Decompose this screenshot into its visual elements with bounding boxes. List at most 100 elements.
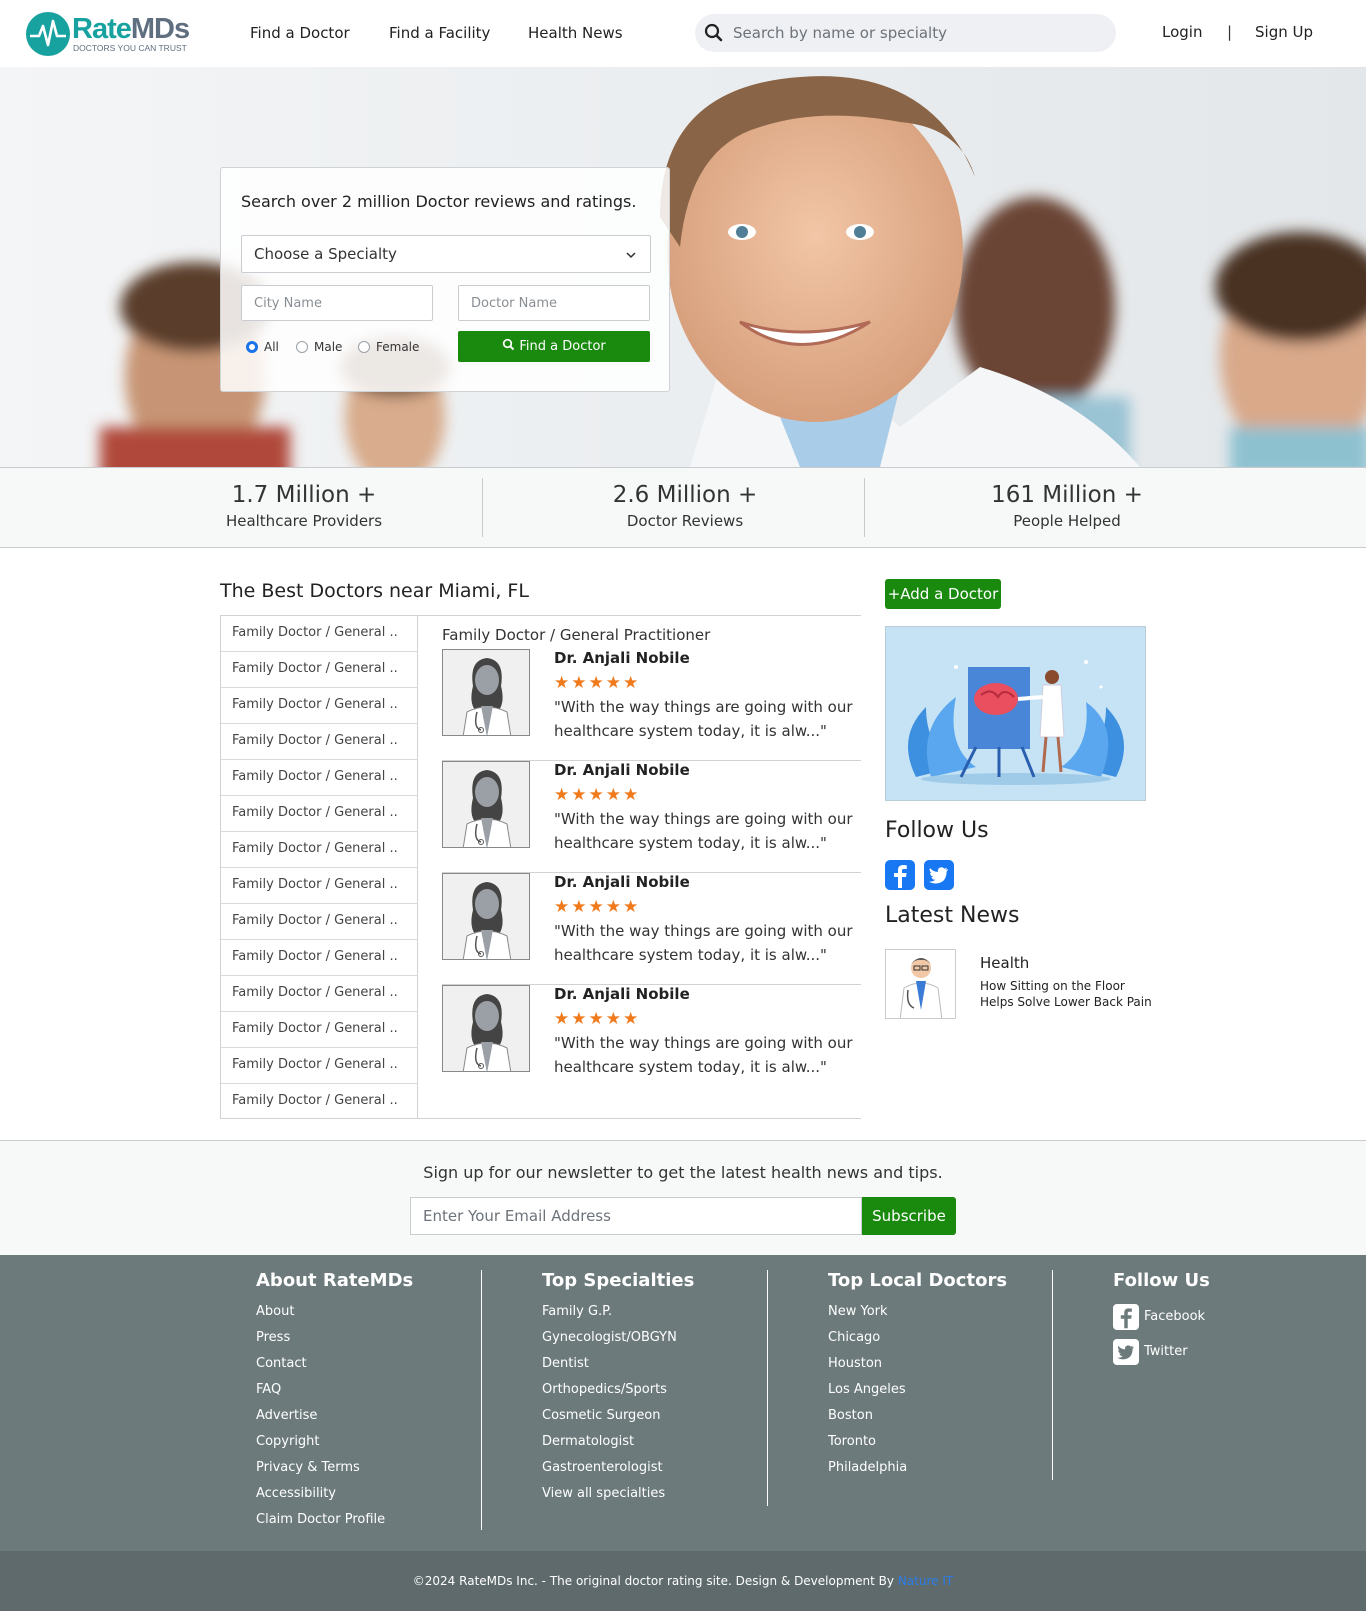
doctor-card[interactable]: Dr. Anjali Nobile ★★★★★ "With the way thin… <box>442 649 861 761</box>
footer-about-link[interactable]: Contact <box>256 1351 413 1377</box>
footer-divider <box>481 1270 482 1530</box>
best-doctors-title: The Best Doctors near Miami, FL <box>220 580 529 602</box>
category-item[interactable]: Family Doctor / General .. <box>221 760 417 796</box>
category-item[interactable]: Family Doctor / General .. <box>221 976 417 1012</box>
category-item[interactable]: Family Doctor / General .. <box>221 868 417 904</box>
twitter-icon[interactable] <box>924 860 954 890</box>
radio-selected-icon <box>246 341 258 353</box>
category-item[interactable]: Family Doctor / General .. <box>221 1048 417 1084</box>
facebook-icon[interactable] <box>885 860 915 890</box>
news-category: Health <box>980 954 1030 972</box>
category-item[interactable]: Family Doctor / General .. <box>221 652 417 688</box>
footer-local-link[interactable]: Chicago <box>828 1325 1007 1351</box>
footer-about-link[interactable]: About <box>256 1299 413 1325</box>
footer-specialty-link[interactable]: View all specialties <box>542 1481 694 1507</box>
doctor-list: Family Doctor / General Practitioner Dr.… <box>418 615 861 1119</box>
footer-about-link[interactable]: Copyright <box>256 1429 413 1455</box>
developer-credit-link[interactable]: Nature IT <box>898 1574 953 1588</box>
footer-local-link[interactable]: Boston <box>828 1403 1007 1429</box>
footer-about-link[interactable]: Privacy & Terms <box>256 1455 413 1481</box>
newsletter-email-input[interactable]: Enter Your Email Address <box>410 1197 862 1235</box>
gender-radio-male[interactable]: Male <box>296 340 342 354</box>
nav-find-doctor[interactable]: Find a Doctor <box>250 24 350 42</box>
category-list: Family Doctor / General .. Family Doctor … <box>220 615 418 1119</box>
footer-specialty-link[interactable]: Gastroenterologist <box>542 1455 694 1481</box>
site-footer: About RateMDs About Press Contact FAQ Advert… <box>0 1255 1366 1551</box>
star-rating-icon: ★★★★★ <box>554 785 641 805</box>
doctor-name[interactable]: Dr. Anjali Nobile <box>554 873 690 891</box>
radio-icon <box>358 341 370 353</box>
site-header: RateMDs DOCTORS YOU CAN TRUST Find a Doc… <box>0 0 1366 67</box>
category-item[interactable]: Family Doctor / General .. <box>221 796 417 832</box>
doctor-review-quote: "With the way things are going with our … <box>554 698 853 740</box>
doctor-review-quote: "With the way things are going with our … <box>554 810 853 852</box>
doctor-name[interactable]: Dr. Anjali Nobile <box>554 649 690 667</box>
nav-find-facility[interactable]: Find a Facility <box>389 24 490 42</box>
footer-local-link[interactable]: Los Angeles <box>828 1377 1007 1403</box>
logo-text: RateMDs <box>72 13 190 45</box>
doctor-avatar[interactable] <box>442 873 530 960</box>
star-rating-icon: ★★★★★ <box>554 1009 641 1029</box>
category-item[interactable]: Family Doctor / General .. <box>221 616 417 652</box>
footer-specialty-link[interactable]: Gynecologist/OBGYN <box>542 1325 694 1351</box>
footer-local-link[interactable]: Philadelphia <box>828 1455 1007 1481</box>
category-item[interactable]: Family Doctor / General .. <box>221 688 417 724</box>
search-icon[interactable] <box>703 22 725 44</box>
promo-illustration[interactable] <box>885 626 1146 801</box>
doctor-avatar[interactable] <box>442 985 530 1072</box>
doctor-name-input[interactable]: Doctor Name <box>458 285 650 321</box>
footer-local-link[interactable]: Toronto <box>828 1429 1007 1455</box>
subscribe-button[interactable]: Subscribe <box>862 1197 956 1235</box>
footer-follow-title: Follow Us <box>1113 1270 1210 1291</box>
footer-specialty-link[interactable]: Orthopedics/Sports <box>542 1377 694 1403</box>
footer-specialty-link[interactable]: Dermatologist <box>542 1429 694 1455</box>
signup-link[interactable]: Sign Up <box>1255 23 1313 41</box>
specialty-select[interactable]: Choose a Specialty <box>241 235 651 273</box>
doctor-card[interactable]: Dr. Anjali Nobile ★★★★★ "With the way thin… <box>442 873 861 985</box>
city-name-input[interactable]: City Name <box>241 285 433 321</box>
news-thumbnail[interactable] <box>885 949 956 1019</box>
category-item[interactable]: Family Doctor / General .. <box>221 1084 417 1120</box>
footer-about-column: About RateMDs About Press Contact FAQ Advert… <box>256 1255 413 1533</box>
footer-about-link[interactable]: FAQ <box>256 1377 413 1403</box>
category-item[interactable]: Family Doctor / General .. <box>221 832 417 868</box>
footer-twitter-link[interactable]: Twitter <box>1113 1334 1210 1369</box>
footer-local-link[interactable]: Houston <box>828 1351 1007 1377</box>
add-doctor-button[interactable]: +Add a Doctor <box>885 579 1001 609</box>
footer-about-link[interactable]: Press <box>256 1325 413 1351</box>
header-search-input[interactable] <box>733 14 1093 52</box>
footer-about-link[interactable]: Accessibility <box>256 1481 413 1507</box>
nav-health-news[interactable]: Health News <box>528 24 623 42</box>
star-rating-icon: ★★★★★ <box>554 897 641 917</box>
hero-banner: Search over 2 million Doctor reviews and… <box>0 67 1366 467</box>
category-item[interactable]: Family Doctor / General .. <box>221 904 417 940</box>
gender-radio-female[interactable]: Female <box>358 340 419 354</box>
doctor-card[interactable]: Dr. Anjali Nobile ★★★★★ "With the way thin… <box>442 761 861 873</box>
newsletter-text: Sign up for our newsletter to get the la… <box>423 1163 943 1182</box>
footer-about-link[interactable]: Advertise <box>256 1403 413 1429</box>
doctor-avatar[interactable] <box>442 649 530 736</box>
category-item[interactable]: Family Doctor / General .. <box>221 940 417 976</box>
login-link[interactable]: Login <box>1162 23 1202 41</box>
footer-local-link[interactable]: New York <box>828 1299 1007 1325</box>
category-item[interactable]: Family Doctor / General .. <box>221 724 417 760</box>
doctor-card[interactable]: Dr. Anjali Nobile ★★★★★ "With the way thin… <box>442 985 861 1097</box>
footer-about-link[interactable]: Claim Doctor Profile <box>256 1507 413 1533</box>
footer-local-column: Top Local Doctors New York Chicago Houston… <box>828 1255 1007 1481</box>
footer-specialty-link[interactable]: Cosmetic Surgeon <box>542 1403 694 1429</box>
radio-icon <box>296 341 308 353</box>
news-headline-link[interactable]: How Sitting on the Floor Helps Solve Low… <box>980 978 1155 1010</box>
doctor-name[interactable]: Dr. Anjali Nobile <box>554 985 690 1003</box>
search-icon <box>503 338 515 351</box>
category-item[interactable]: Family Doctor / General .. <box>221 1012 417 1048</box>
footer-specialty-link[interactable]: Dentist <box>542 1351 694 1377</box>
doctor-name[interactable]: Dr. Anjali Nobile <box>554 761 690 779</box>
gender-radio-all[interactable]: All <box>246 340 279 354</box>
specialty-select-value: Choose a Specialty <box>254 245 397 263</box>
footer-specialty-link[interactable]: Family G.P. <box>542 1299 694 1325</box>
logo[interactable]: RateMDs DOCTORS YOU CAN TRUST <box>26 11 196 57</box>
latest-news-title: Latest News <box>885 903 1020 928</box>
doctor-avatar[interactable] <box>442 761 530 848</box>
footer-facebook-link[interactable]: Facebook <box>1113 1299 1210 1334</box>
find-doctor-button[interactable]: Find a Doctor <box>458 331 650 362</box>
